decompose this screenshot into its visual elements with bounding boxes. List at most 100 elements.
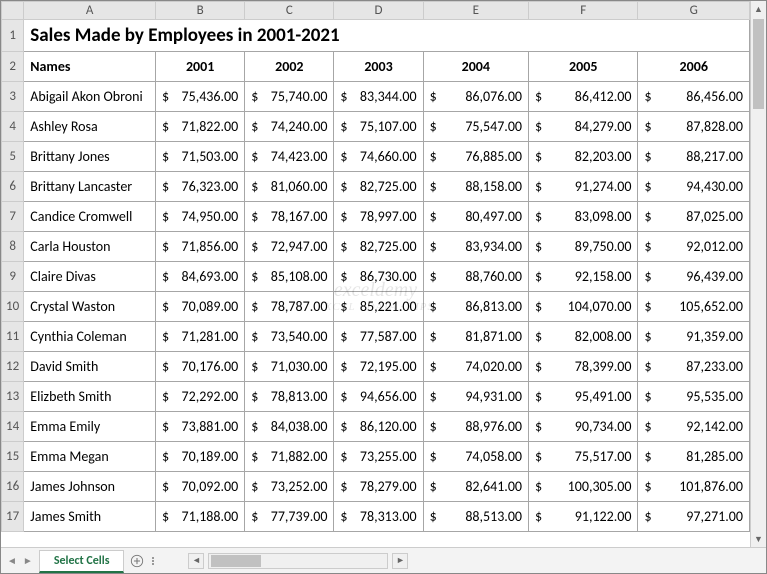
value-cell[interactable]: $87,025.00 [638, 202, 750, 232]
value-cell[interactable]: $71,030.00 [245, 352, 334, 382]
name-cell[interactable]: Brittany Lancaster [24, 172, 156, 202]
value-cell[interactable]: $101,876.00 [638, 472, 750, 502]
row-header[interactable]: 17 [2, 502, 24, 532]
name-cell[interactable]: Cynthia Coleman [24, 322, 156, 352]
row-header[interactable]: 14 [2, 412, 24, 442]
value-cell[interactable]: $82,641.00 [423, 472, 528, 502]
hscroll-right-button[interactable]: ► [392, 553, 408, 569]
row-header[interactable]: 15 [2, 442, 24, 472]
spreadsheet-grid[interactable]: ABCDEFG1Sales Made by Employees in 2001-… [1, 1, 750, 547]
value-cell[interactable]: $77,739.00 [245, 502, 334, 532]
value-cell[interactable]: $89,750.00 [529, 232, 638, 262]
row-header[interactable]: 5 [2, 142, 24, 172]
name-cell[interactable]: Emma Megan [24, 442, 156, 472]
name-cell[interactable]: Brittany Jones [24, 142, 156, 172]
value-cell[interactable]: $80,497.00 [423, 202, 528, 232]
value-cell[interactable]: $74,240.00 [245, 112, 334, 142]
new-sheet-button[interactable] [124, 548, 150, 573]
value-cell[interactable]: $72,195.00 [334, 352, 423, 382]
value-cell[interactable]: $95,491.00 [529, 382, 638, 412]
tab-nav-prev-icon[interactable]: ◄ [7, 554, 17, 567]
value-cell[interactable]: $81,285.00 [638, 442, 750, 472]
header-year[interactable]: 2006 [638, 52, 750, 82]
header-year[interactable]: 2005 [529, 52, 638, 82]
name-cell[interactable]: Emma Emily [24, 412, 156, 442]
column-header-F[interactable]: F [529, 2, 638, 20]
value-cell[interactable]: $86,120.00 [334, 412, 423, 442]
value-cell[interactable]: $88,976.00 [423, 412, 528, 442]
row-header[interactable]: 2 [2, 52, 24, 82]
scroll-down-button[interactable]: ▼ [751, 531, 766, 547]
value-cell[interactable]: $95,535.00 [638, 382, 750, 412]
value-cell[interactable]: $83,344.00 [334, 82, 423, 112]
header-year[interactable]: 2003 [334, 52, 423, 82]
row-header[interactable]: 4 [2, 112, 24, 142]
name-cell[interactable]: James Smith [24, 502, 156, 532]
name-cell[interactable]: Claire Divas [24, 262, 156, 292]
name-cell[interactable]: Carla Houston [24, 232, 156, 262]
value-cell[interactable]: $74,058.00 [423, 442, 528, 472]
row-header[interactable]: 6 [2, 172, 24, 202]
value-cell[interactable]: $74,423.00 [245, 142, 334, 172]
value-cell[interactable]: $85,221.00 [334, 292, 423, 322]
header-year[interactable]: 2001 [156, 52, 245, 82]
value-cell[interactable]: $96,439.00 [638, 262, 750, 292]
value-cell[interactable]: $76,323.00 [156, 172, 245, 202]
select-all-corner[interactable] [2, 2, 24, 20]
value-cell[interactable]: $82,725.00 [334, 232, 423, 262]
horizontal-scrollbar[interactable]: ◄ ► [158, 548, 766, 573]
vertical-scrollbar[interactable]: ▲ ▼ [750, 1, 766, 547]
value-cell[interactable]: $88,760.00 [423, 262, 528, 292]
value-cell[interactable]: $105,652.00 [638, 292, 750, 322]
value-cell[interactable]: $88,217.00 [638, 142, 750, 172]
value-cell[interactable]: $83,934.00 [423, 232, 528, 262]
value-cell[interactable]: $70,089.00 [156, 292, 245, 322]
value-cell[interactable]: $75,740.00 [245, 82, 334, 112]
value-cell[interactable]: $78,167.00 [245, 202, 334, 232]
value-cell[interactable]: $78,399.00 [529, 352, 638, 382]
name-cell[interactable]: David Smith [24, 352, 156, 382]
value-cell[interactable]: $74,020.00 [423, 352, 528, 382]
value-cell[interactable]: $71,856.00 [156, 232, 245, 262]
value-cell[interactable]: $81,871.00 [423, 322, 528, 352]
value-cell[interactable]: $91,122.00 [529, 502, 638, 532]
column-header-A[interactable]: A [24, 2, 156, 20]
value-cell[interactable]: $94,656.00 [334, 382, 423, 412]
column-header-E[interactable]: E [423, 2, 528, 20]
value-cell[interactable]: $83,098.00 [529, 202, 638, 232]
name-cell[interactable]: Candice Cromwell [24, 202, 156, 232]
value-cell[interactable]: $75,436.00 [156, 82, 245, 112]
title-cell[interactable]: Sales Made by Employees in 2001-2021 [24, 20, 750, 52]
value-cell[interactable]: $78,279.00 [334, 472, 423, 502]
value-cell[interactable]: $86,412.00 [529, 82, 638, 112]
row-header[interactable]: 13 [2, 382, 24, 412]
value-cell[interactable]: $78,813.00 [245, 382, 334, 412]
name-cell[interactable]: Ashley Rosa [24, 112, 156, 142]
value-cell[interactable]: $70,176.00 [156, 352, 245, 382]
value-cell[interactable]: $78,997.00 [334, 202, 423, 232]
header-year[interactable]: 2002 [245, 52, 334, 82]
value-cell[interactable]: $86,076.00 [423, 82, 528, 112]
value-cell[interactable]: $86,730.00 [334, 262, 423, 292]
value-cell[interactable]: $71,882.00 [245, 442, 334, 472]
value-cell[interactable]: $74,660.00 [334, 142, 423, 172]
value-cell[interactable]: $90,734.00 [529, 412, 638, 442]
value-cell[interactable]: $86,813.00 [423, 292, 528, 322]
value-cell[interactable]: $84,038.00 [245, 412, 334, 442]
value-cell[interactable]: $71,822.00 [156, 112, 245, 142]
row-header[interactable]: 7 [2, 202, 24, 232]
name-cell[interactable]: Abigail Akon Obroni [24, 82, 156, 112]
scroll-thumb[interactable] [753, 19, 764, 109]
value-cell[interactable]: $85,108.00 [245, 262, 334, 292]
row-header[interactable]: 16 [2, 472, 24, 502]
value-cell[interactable]: $71,281.00 [156, 322, 245, 352]
value-cell[interactable]: $84,693.00 [156, 262, 245, 292]
sheet-tab-active[interactable]: Select Cells [39, 550, 125, 573]
tab-split-grip[interactable] [150, 548, 158, 573]
value-cell[interactable]: $92,158.00 [529, 262, 638, 292]
name-cell[interactable]: Crystal Waston [24, 292, 156, 322]
hscroll-track[interactable] [208, 553, 388, 569]
value-cell[interactable]: $70,092.00 [156, 472, 245, 502]
column-header-B[interactable]: B [156, 2, 245, 20]
value-cell[interactable]: $73,540.00 [245, 322, 334, 352]
